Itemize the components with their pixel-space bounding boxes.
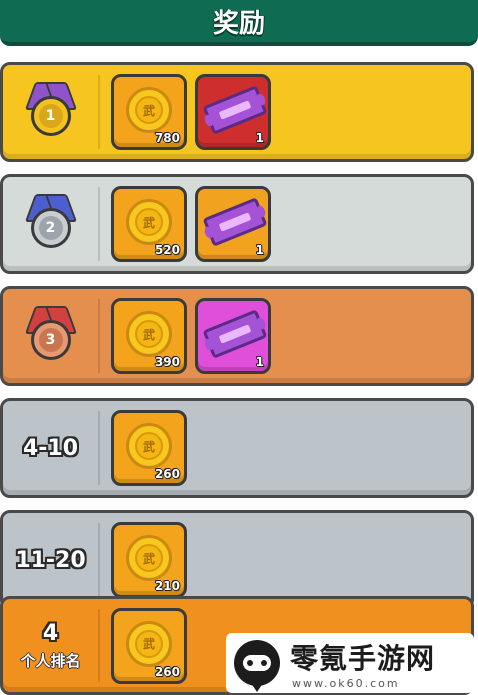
rank-cell: 4-10 bbox=[3, 401, 98, 495]
ticket-icon bbox=[202, 309, 268, 359]
coin-icon: 武 bbox=[126, 199, 172, 245]
rank-cell: 1 bbox=[3, 65, 98, 159]
item-count: 210 bbox=[154, 579, 180, 593]
coin-icon: 武 bbox=[126, 620, 172, 667]
reward-items: 武 390 1 bbox=[111, 298, 271, 374]
watermark-url: www.ok60.com bbox=[292, 676, 400, 690]
reward-items: 武 520 1 bbox=[111, 186, 271, 262]
coin-reward-tile[interactable]: 武 390 bbox=[111, 298, 187, 374]
ticket-reward-tile[interactable]: 1 bbox=[195, 74, 271, 150]
item-count: 1 bbox=[255, 355, 264, 369]
item-count: 260 bbox=[154, 467, 180, 481]
coin-reward-tile[interactable]: 武 780 bbox=[111, 74, 187, 150]
reward-items: 武 780 1 bbox=[111, 74, 271, 150]
bronze-medal-icon: 3 bbox=[24, 306, 77, 366]
medal-number: 2 bbox=[38, 216, 63, 240]
item-count: 1 bbox=[255, 243, 264, 257]
reward-row-rank-11-20: 11-20 武 210 bbox=[0, 510, 474, 610]
coin-reward-tile[interactable]: 武 260 bbox=[111, 410, 187, 486]
silver-medal-icon: 2 bbox=[24, 194, 77, 254]
coin-icon: 武 bbox=[126, 311, 172, 357]
rank-label: 4-10 bbox=[22, 435, 79, 461]
rewards-header: 奖励 bbox=[0, 0, 478, 46]
coin-reward-tile[interactable]: 武 210 bbox=[111, 522, 187, 598]
reward-items: 武 260 bbox=[111, 410, 187, 486]
item-count: 780 bbox=[154, 131, 180, 145]
gold-medal-icon: 1 bbox=[24, 82, 77, 142]
rank-cell: 11-20 bbox=[3, 513, 98, 607]
coin-icon: 武 bbox=[126, 535, 172, 581]
reward-items: 武 210 bbox=[111, 522, 187, 598]
item-count: 260 bbox=[154, 664, 180, 679]
reward-row-rank-4-10: 4-10 武 260 bbox=[0, 398, 474, 498]
gamepad-logo-icon bbox=[234, 640, 280, 692]
coin-reward-tile[interactable]: 武 260 bbox=[111, 607, 187, 684]
site-watermark: 零氪手游网 www.ok60.com bbox=[226, 633, 474, 693]
reward-row-rank-1: 1 武 780 1 bbox=[0, 62, 474, 162]
rank-label: 4 bbox=[42, 620, 59, 646]
ticket-reward-tile[interactable]: 1 bbox=[195, 298, 271, 374]
item-count: 1 bbox=[255, 131, 264, 145]
coin-icon: 武 bbox=[126, 87, 172, 133]
ticket-icon bbox=[202, 197, 268, 247]
rank-sub-label: 个人排名 bbox=[20, 651, 81, 670]
item-count: 390 bbox=[154, 355, 180, 369]
item-count: 520 bbox=[154, 243, 180, 257]
rank-label: 11-20 bbox=[15, 547, 86, 573]
coin-reward-tile[interactable]: 武 520 bbox=[111, 186, 187, 262]
medal-number: 3 bbox=[38, 328, 63, 352]
reward-row-rank-2: 2 武 520 1 bbox=[0, 174, 474, 274]
reward-row-rank-3: 3 武 390 1 bbox=[0, 286, 474, 386]
coin-icon: 武 bbox=[126, 423, 172, 469]
rank-cell: 2 bbox=[3, 177, 98, 271]
rank-cell: 3 bbox=[3, 289, 98, 383]
watermark-name: 零氪手游网 bbox=[290, 641, 436, 675]
ticket-icon bbox=[202, 85, 268, 135]
medal-number: 1 bbox=[38, 104, 63, 128]
header-title: 奖励 bbox=[212, 8, 265, 39]
rank-cell: 4 个人排名 bbox=[3, 599, 98, 692]
ticket-reward-tile[interactable]: 1 bbox=[195, 186, 271, 262]
reward-items: 武 260 bbox=[111, 607, 187, 684]
